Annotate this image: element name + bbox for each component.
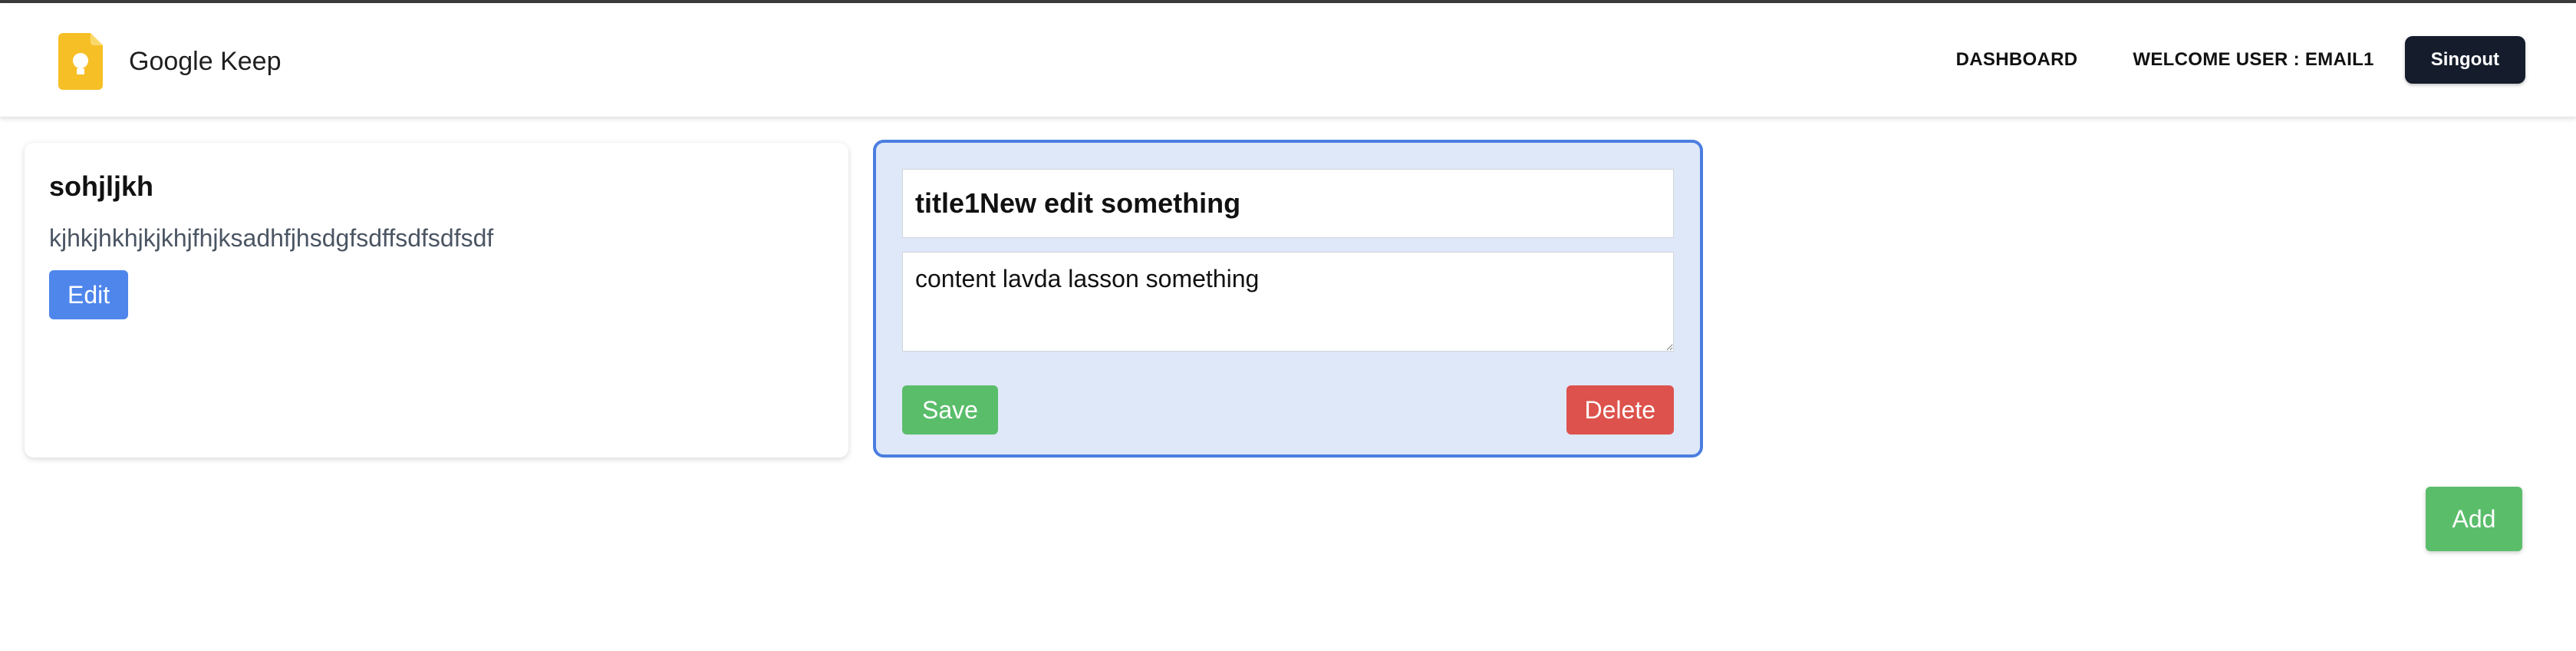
- note-content-textarea[interactable]: content lavda lasson something: [902, 252, 1674, 352]
- edit-note-button[interactable]: Edit: [49, 270, 129, 319]
- note-editor-card: content lavda lasson something Save Dele…: [873, 140, 1703, 458]
- note-card: sohjljkh kjhkjhkhjkjkhjfhjksadhfjhsdgfsd…: [25, 143, 848, 458]
- keep-lightbulb-icon: [58, 33, 103, 90]
- nav-menu: DASHBOARD WELCOME USER : EMAIL1 Singout: [1956, 36, 2525, 84]
- note-content: kjhkjhkhjkjkhjfhjksadhfjhsdgfsdffsdfsdfs…: [49, 224, 494, 252]
- navbar: Google Keep DASHBOARD WELCOME USER : EMA…: [0, 3, 2576, 117]
- save-button[interactable]: Save: [902, 385, 998, 435]
- signout-button[interactable]: Singout: [2404, 36, 2525, 84]
- brand-name: Google Keep: [129, 46, 282, 76]
- delete-button[interactable]: Delete: [1566, 385, 1674, 435]
- note-title: sohjljkh: [49, 170, 154, 202]
- note-title-input[interactable]: [902, 169, 1674, 238]
- welcome-user-label: WELCOME USER : EMAIL1: [2133, 49, 2374, 70]
- brand[interactable]: Google Keep: [58, 31, 282, 92]
- add-note-button[interactable]: Add: [2426, 487, 2522, 551]
- nav-dashboard-link[interactable]: DASHBOARD: [1956, 49, 2078, 71]
